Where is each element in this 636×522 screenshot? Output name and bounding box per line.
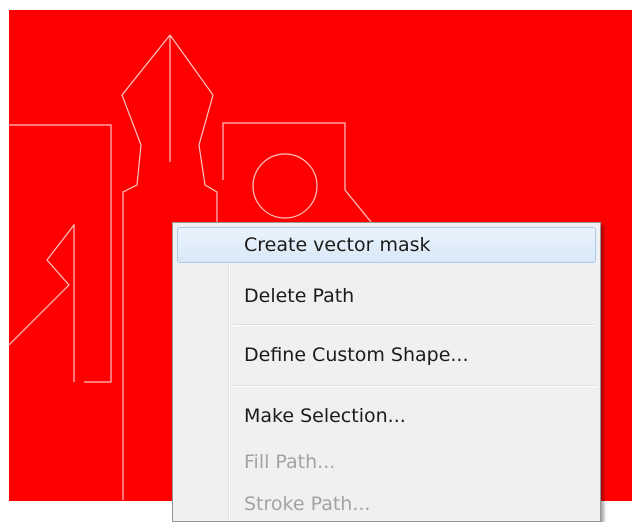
menu-item-make-selection[interactable]: Make Selection...	[177, 398, 596, 434]
menu-item-fill-path[interactable]: Fill Path...	[177, 444, 596, 480]
menu-item-create-vector-mask[interactable]: Create vector mask	[177, 227, 596, 263]
menu-item-define-custom-shape[interactable]: Define Custom Shape...	[177, 337, 596, 373]
menu-separator	[233, 385, 596, 387]
menu-item-stroke-path[interactable]: Stroke Path...	[177, 486, 596, 522]
path-context-menu: Create vector mask Delete Path Define Cu…	[172, 222, 601, 522]
menu-item-delete-path[interactable]: Delete Path	[177, 278, 596, 314]
menu-separator	[233, 324, 596, 326]
